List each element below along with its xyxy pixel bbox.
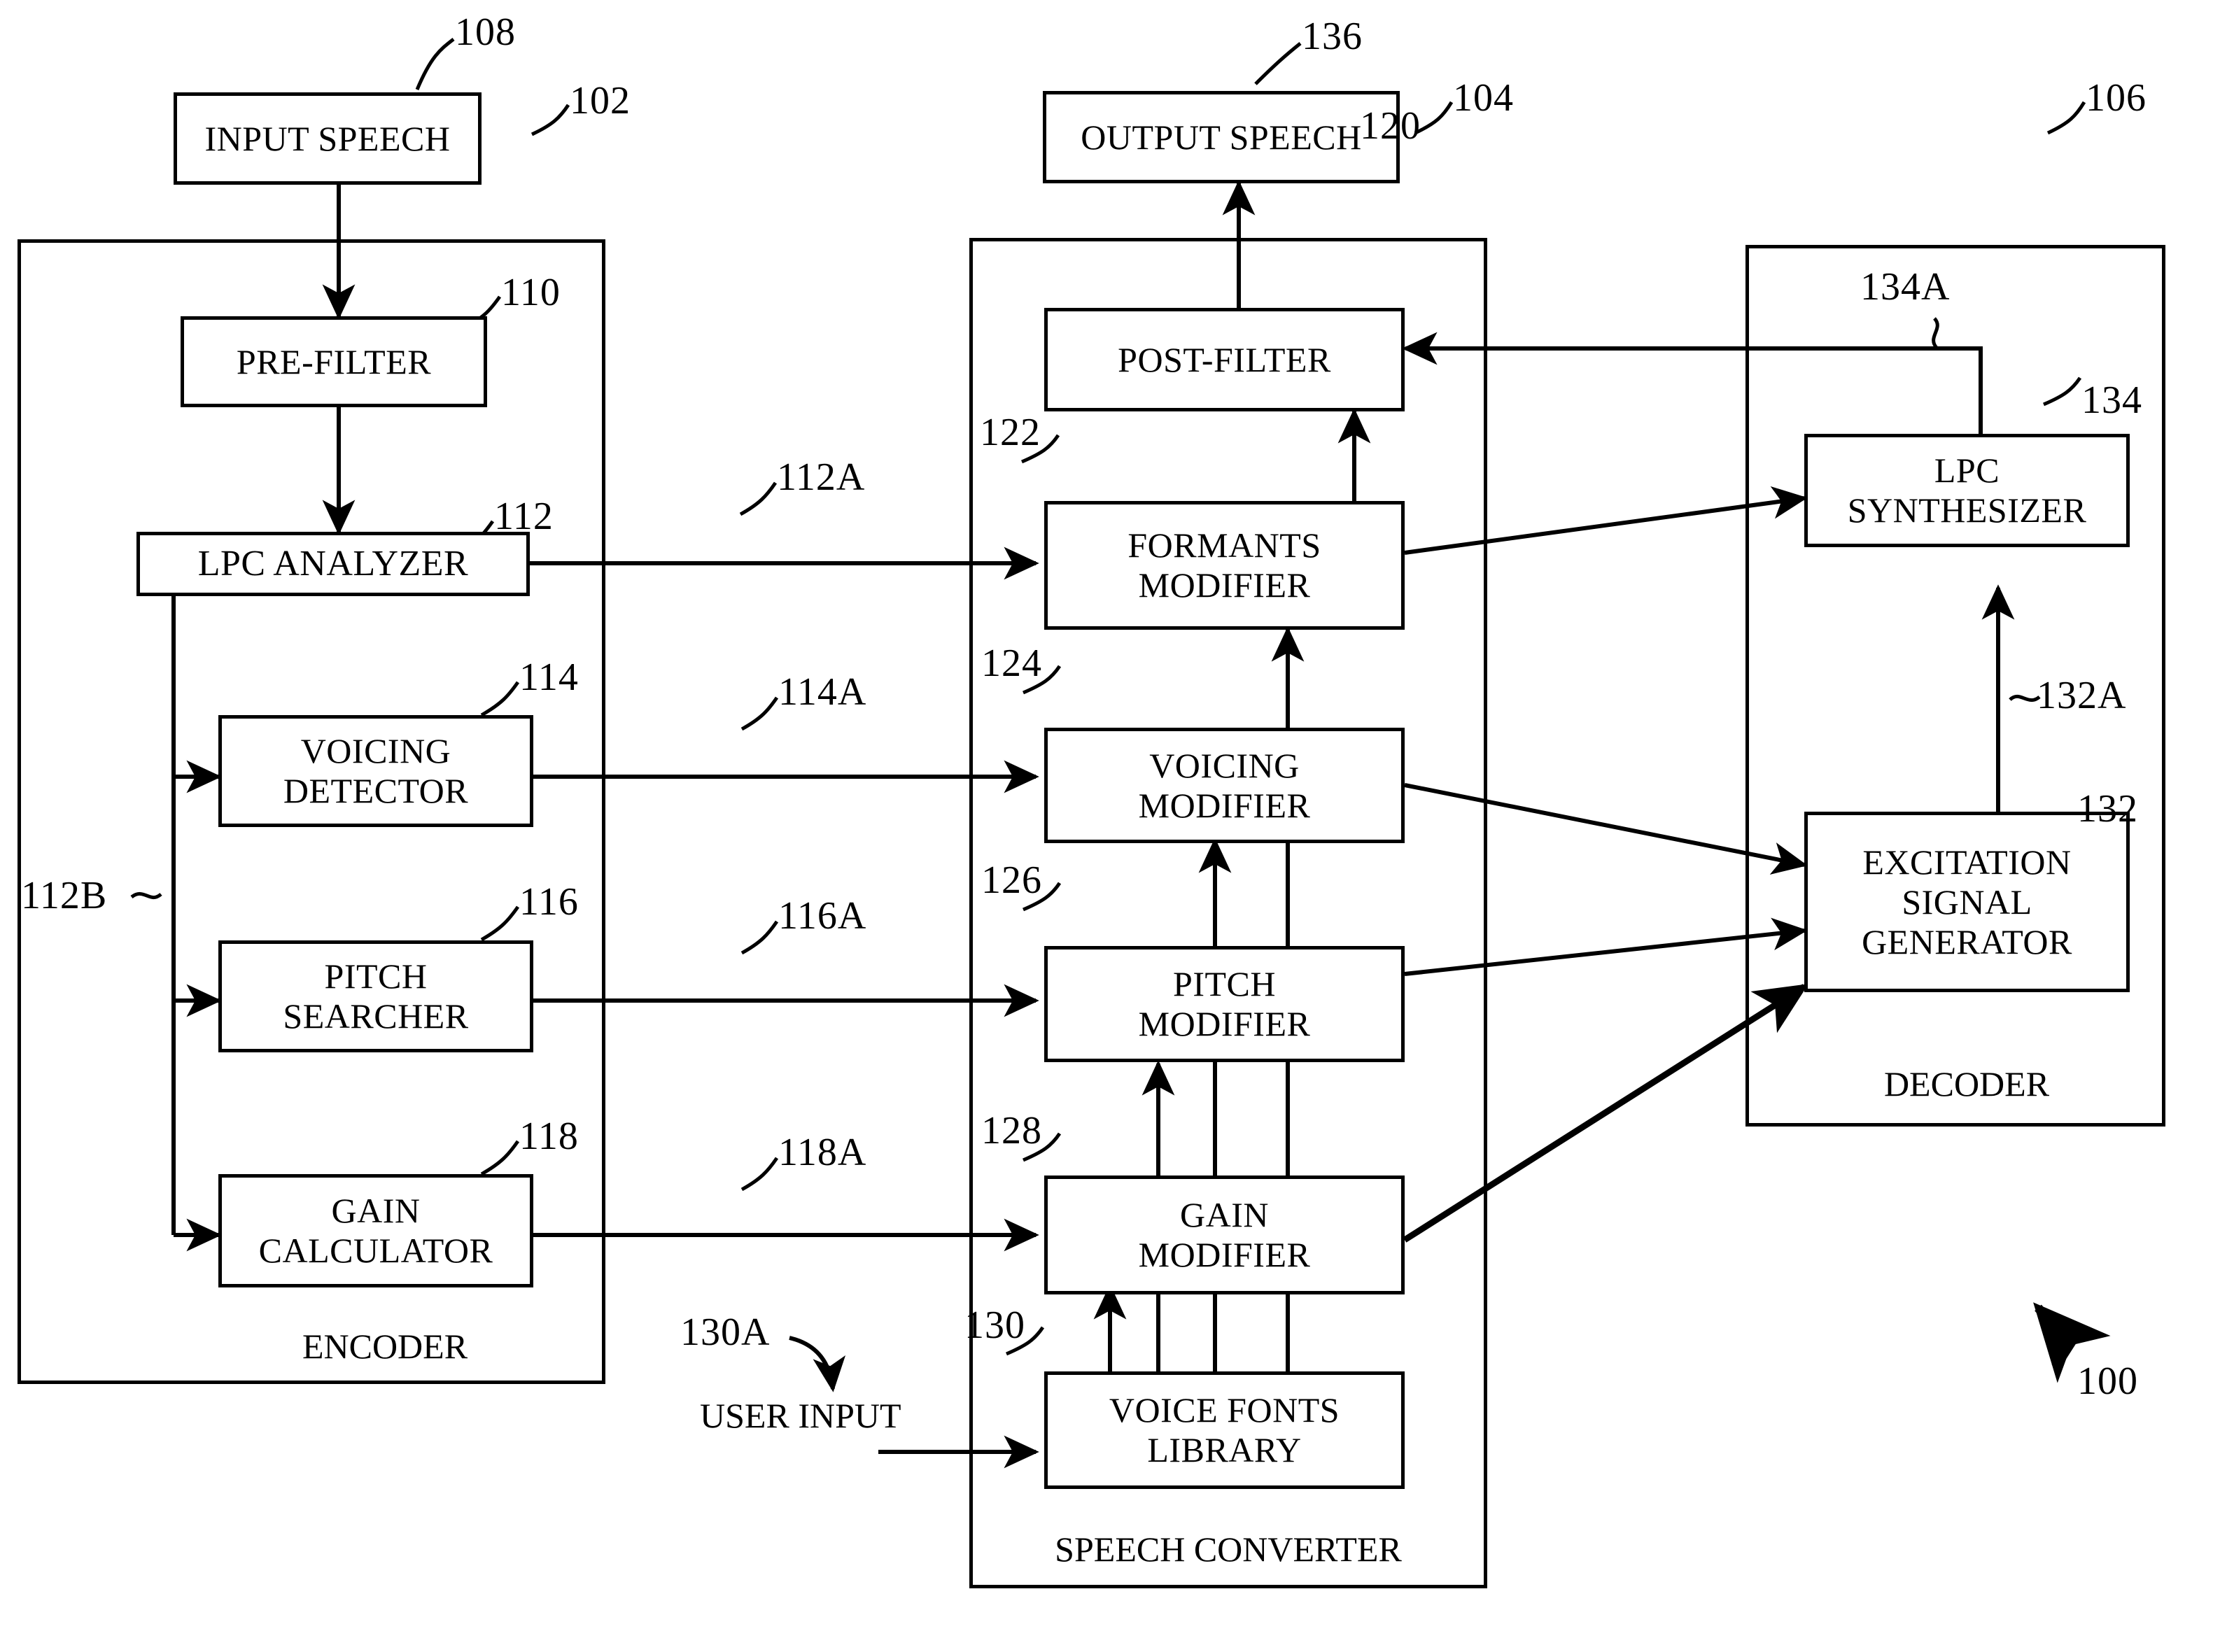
voicing-modifier-label-line2: MODIFIER: [1138, 785, 1311, 825]
output-speech-box[interactable]: OUTPUT SPEECH: [1043, 91, 1400, 183]
ref-122: 122: [980, 411, 1041, 454]
pitch-searcher-box[interactable]: PITCH SEARCHER: [218, 940, 533, 1052]
pitch-modifier-label-line2: MODIFIER: [1138, 1004, 1311, 1043]
user-input-text: USER INPUT: [700, 1396, 901, 1436]
ref-106: 106: [2086, 76, 2147, 120]
pre-filter-box[interactable]: PRE-FILTER: [181, 316, 487, 407]
voice-fonts-library-label-line2: LIBRARY: [1147, 1430, 1302, 1469]
ref-104: 104: [1453, 76, 1514, 120]
ref-112B: 112B: [21, 874, 108, 917]
ref-118A: 118A: [778, 1131, 867, 1174]
user-input-line1: USER: [700, 1396, 789, 1435]
ref-130: 130: [964, 1304, 1025, 1347]
voice-fonts-library-box[interactable]: VOICE FONTS LIBRARY: [1044, 1371, 1405, 1489]
ref-126: 126: [981, 859, 1042, 902]
ref-130A: 130A: [680, 1311, 771, 1354]
pitch-searcher-label-line1: PITCH: [324, 956, 428, 996]
input-speech-label: INPUT SPEECH: [204, 118, 451, 158]
ref-132A: 132A: [2037, 674, 2127, 717]
gain-calculator-box[interactable]: GAIN CALCULATOR: [218, 1174, 533, 1287]
patent-figure: INPUT SPEECH PRE-FILTER LPC ANALYZER VOI…: [0, 0, 2227, 1652]
excitation-signal-generator-label-line1: EXCITATION: [1862, 842, 2072, 882]
excitation-signal-generator-box[interactable]: EXCITATION SIGNAL GENERATOR: [1804, 812, 2130, 992]
formants-modifier-label-line1: FORMANTS: [1127, 525, 1321, 565]
pitch-modifier-box[interactable]: PITCH MODIFIER: [1044, 946, 1405, 1062]
ref-112: 112: [494, 495, 554, 538]
ref-116: 116: [519, 880, 579, 924]
ref-134: 134: [2081, 379, 2142, 422]
voicing-modifier-box[interactable]: VOICING MODIFIER: [1044, 728, 1405, 843]
ref-132: 132: [2077, 787, 2138, 831]
ref-108: 108: [455, 10, 516, 54]
ref-120: 120: [1360, 104, 1421, 148]
ref-128: 128: [981, 1109, 1042, 1152]
post-filter-box[interactable]: POST-FILTER: [1044, 308, 1405, 411]
input-speech-box[interactable]: INPUT SPEECH: [174, 92, 482, 185]
formants-modifier-box[interactable]: FORMANTS MODIFIER: [1044, 501, 1405, 630]
excitation-signal-generator-label-line3: GENERATOR: [1862, 922, 2072, 961]
formants-modifier-label-line2: MODIFIER: [1138, 565, 1311, 605]
voicing-detector-box[interactable]: VOICING DETECTOR: [218, 715, 533, 827]
ref-136: 136: [1302, 15, 1363, 58]
ref-114A: 114A: [778, 670, 867, 714]
ref-124: 124: [981, 642, 1042, 685]
ref-100: 100: [2077, 1360, 2138, 1403]
lpc-synthesizer-label-line2: SYNTHESIZER: [1847, 490, 2087, 530]
voicing-modifier-label-line1: VOICING: [1149, 745, 1300, 785]
lpc-analyzer-box[interactable]: LPC ANALYZER: [136, 532, 530, 596]
voicing-detector-label-line2: DETECTOR: [283, 771, 469, 810]
post-filter-label: POST-FILTER: [1118, 339, 1331, 379]
ref-134A: 134A: [1860, 265, 1951, 309]
pre-filter-label: PRE-FILTER: [236, 341, 432, 381]
lpc-synthesizer-label-line1: LPC: [1934, 451, 2000, 490]
ref-112A: 112A: [777, 456, 866, 499]
voicing-detector-label-line1: VOICING: [300, 731, 451, 770]
ref-102: 102: [570, 79, 631, 122]
speech-converter-group-label: SPEECH CONVERTER: [1055, 1530, 1402, 1569]
lpc-synthesizer-box[interactable]: LPC SYNTHESIZER: [1804, 434, 2130, 547]
encoder-group-label: ENCODER: [302, 1327, 468, 1366]
ref-118: 118: [519, 1115, 579, 1158]
user-input-line2: INPUT: [798, 1396, 901, 1435]
output-speech-label: OUTPUT SPEECH: [1081, 117, 1362, 157]
gain-modifier-label-line1: GAIN: [1180, 1195, 1269, 1234]
gain-modifier-box[interactable]: GAIN MODIFIER: [1044, 1176, 1405, 1294]
decoder-group-label: DECODER: [1883, 1064, 2050, 1103]
lpc-analyzer-label: LPC ANALYZER: [197, 544, 469, 584]
pitch-searcher-label-line2: SEARCHER: [283, 996, 469, 1036]
voice-fonts-library-label-line1: VOICE FONTS: [1109, 1390, 1340, 1429]
gain-calculator-label-line2: CALCULATOR: [258, 1231, 493, 1270]
pitch-modifier-label-line1: PITCH: [1173, 964, 1276, 1003]
ref-116A: 116A: [778, 894, 867, 938]
excitation-signal-generator-label-line2: SIGNAL: [1902, 882, 2032, 922]
ref-114: 114: [519, 656, 579, 699]
gain-modifier-label-line2: MODIFIER: [1138, 1235, 1311, 1274]
ref-110: 110: [501, 271, 561, 314]
gain-calculator-label-line1: GAIN: [331, 1191, 421, 1230]
